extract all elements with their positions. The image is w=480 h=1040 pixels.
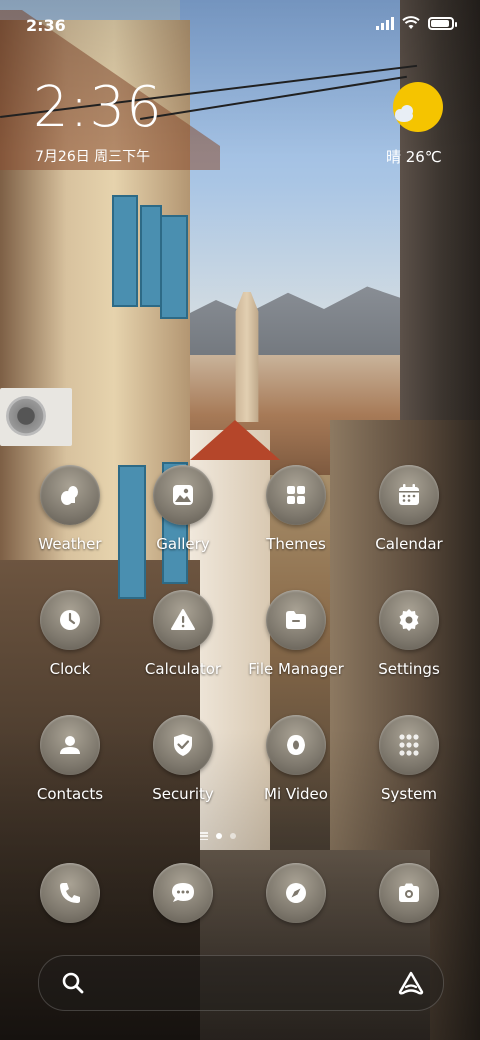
app-label: Calendar (375, 535, 443, 553)
app-label: Clock (49, 660, 91, 678)
page-dot[interactable] (230, 833, 236, 839)
page-dot-active[interactable] (216, 833, 222, 839)
app-gallery[interactable]: Gallery (128, 465, 238, 553)
app-calculator[interactable]: Calculator (128, 590, 238, 678)
app-contacts[interactable]: Contacts (15, 715, 125, 803)
signal-icon (376, 16, 394, 30)
camera-icon[interactable] (379, 863, 439, 923)
app-label: File Manager (248, 660, 344, 678)
app-weather[interactable]: Weather (15, 465, 125, 553)
contacts-icon[interactable] (40, 715, 100, 775)
app-label: Contacts (36, 785, 104, 803)
app-label: Settings (378, 660, 440, 678)
status-bar: 2:36 (0, 0, 480, 52)
battery-level (431, 19, 449, 27)
assistant-icon[interactable] (397, 970, 425, 996)
clock-widget-date[interactable]: 7月26日 周三下午 (35, 146, 150, 166)
phone-icon[interactable] (40, 863, 100, 923)
app-themes[interactable]: Themes (241, 465, 351, 553)
browser-icon[interactable] (266, 863, 326, 923)
calculator-icon[interactable] (153, 590, 213, 650)
app-label: Calculator (144, 660, 222, 678)
system-folder-icon[interactable] (379, 715, 439, 775)
dock-browser[interactable] (266, 863, 326, 923)
app-label: Security (152, 785, 214, 803)
messages-icon[interactable] (153, 863, 213, 923)
menu-lines-icon (200, 832, 208, 840)
weather-icon[interactable] (40, 465, 100, 525)
search-bar[interactable] (38, 955, 444, 1011)
app-label: Mi Video (264, 785, 328, 803)
security-icon[interactable] (153, 715, 213, 775)
dock-messages[interactable] (153, 863, 213, 923)
app-label: Themes (266, 535, 326, 553)
settings-icon[interactable] (379, 590, 439, 650)
app-settings[interactable]: Settings (354, 590, 464, 678)
app-label: System (381, 785, 437, 803)
clock-widget-time[interactable]: 2:36 (33, 76, 163, 140)
gallery-icon[interactable] (153, 465, 213, 525)
file-manager-icon[interactable] (266, 590, 326, 650)
wifi-icon (402, 16, 420, 29)
dock-phone[interactable] (40, 863, 100, 923)
app-file-manager[interactable]: File Manager (241, 590, 351, 678)
app-clock[interactable]: Clock (15, 590, 125, 678)
mi-video-icon[interactable] (266, 715, 326, 775)
weather-widget-text[interactable]: 晴 26℃ (386, 146, 442, 167)
search-icon[interactable] (61, 971, 85, 995)
app-security[interactable]: Security (128, 715, 238, 803)
themes-icon[interactable] (266, 465, 326, 525)
app-mi-video[interactable]: Mi Video (241, 715, 351, 803)
app-calendar[interactable]: Calendar (354, 465, 464, 553)
calendar-icon[interactable] (379, 465, 439, 525)
app-label: Gallery (156, 535, 210, 553)
app-system-folder[interactable]: System (354, 715, 464, 803)
sun-cloud-icon[interactable] (390, 82, 444, 136)
clock-icon[interactable] (40, 590, 100, 650)
page-indicator[interactable] (200, 832, 236, 840)
battery-icon (428, 16, 457, 30)
status-icons (376, 16, 457, 30)
dock-camera[interactable] (379, 863, 439, 923)
app-label: Weather (38, 535, 102, 553)
status-time: 2:36 (26, 16, 66, 35)
